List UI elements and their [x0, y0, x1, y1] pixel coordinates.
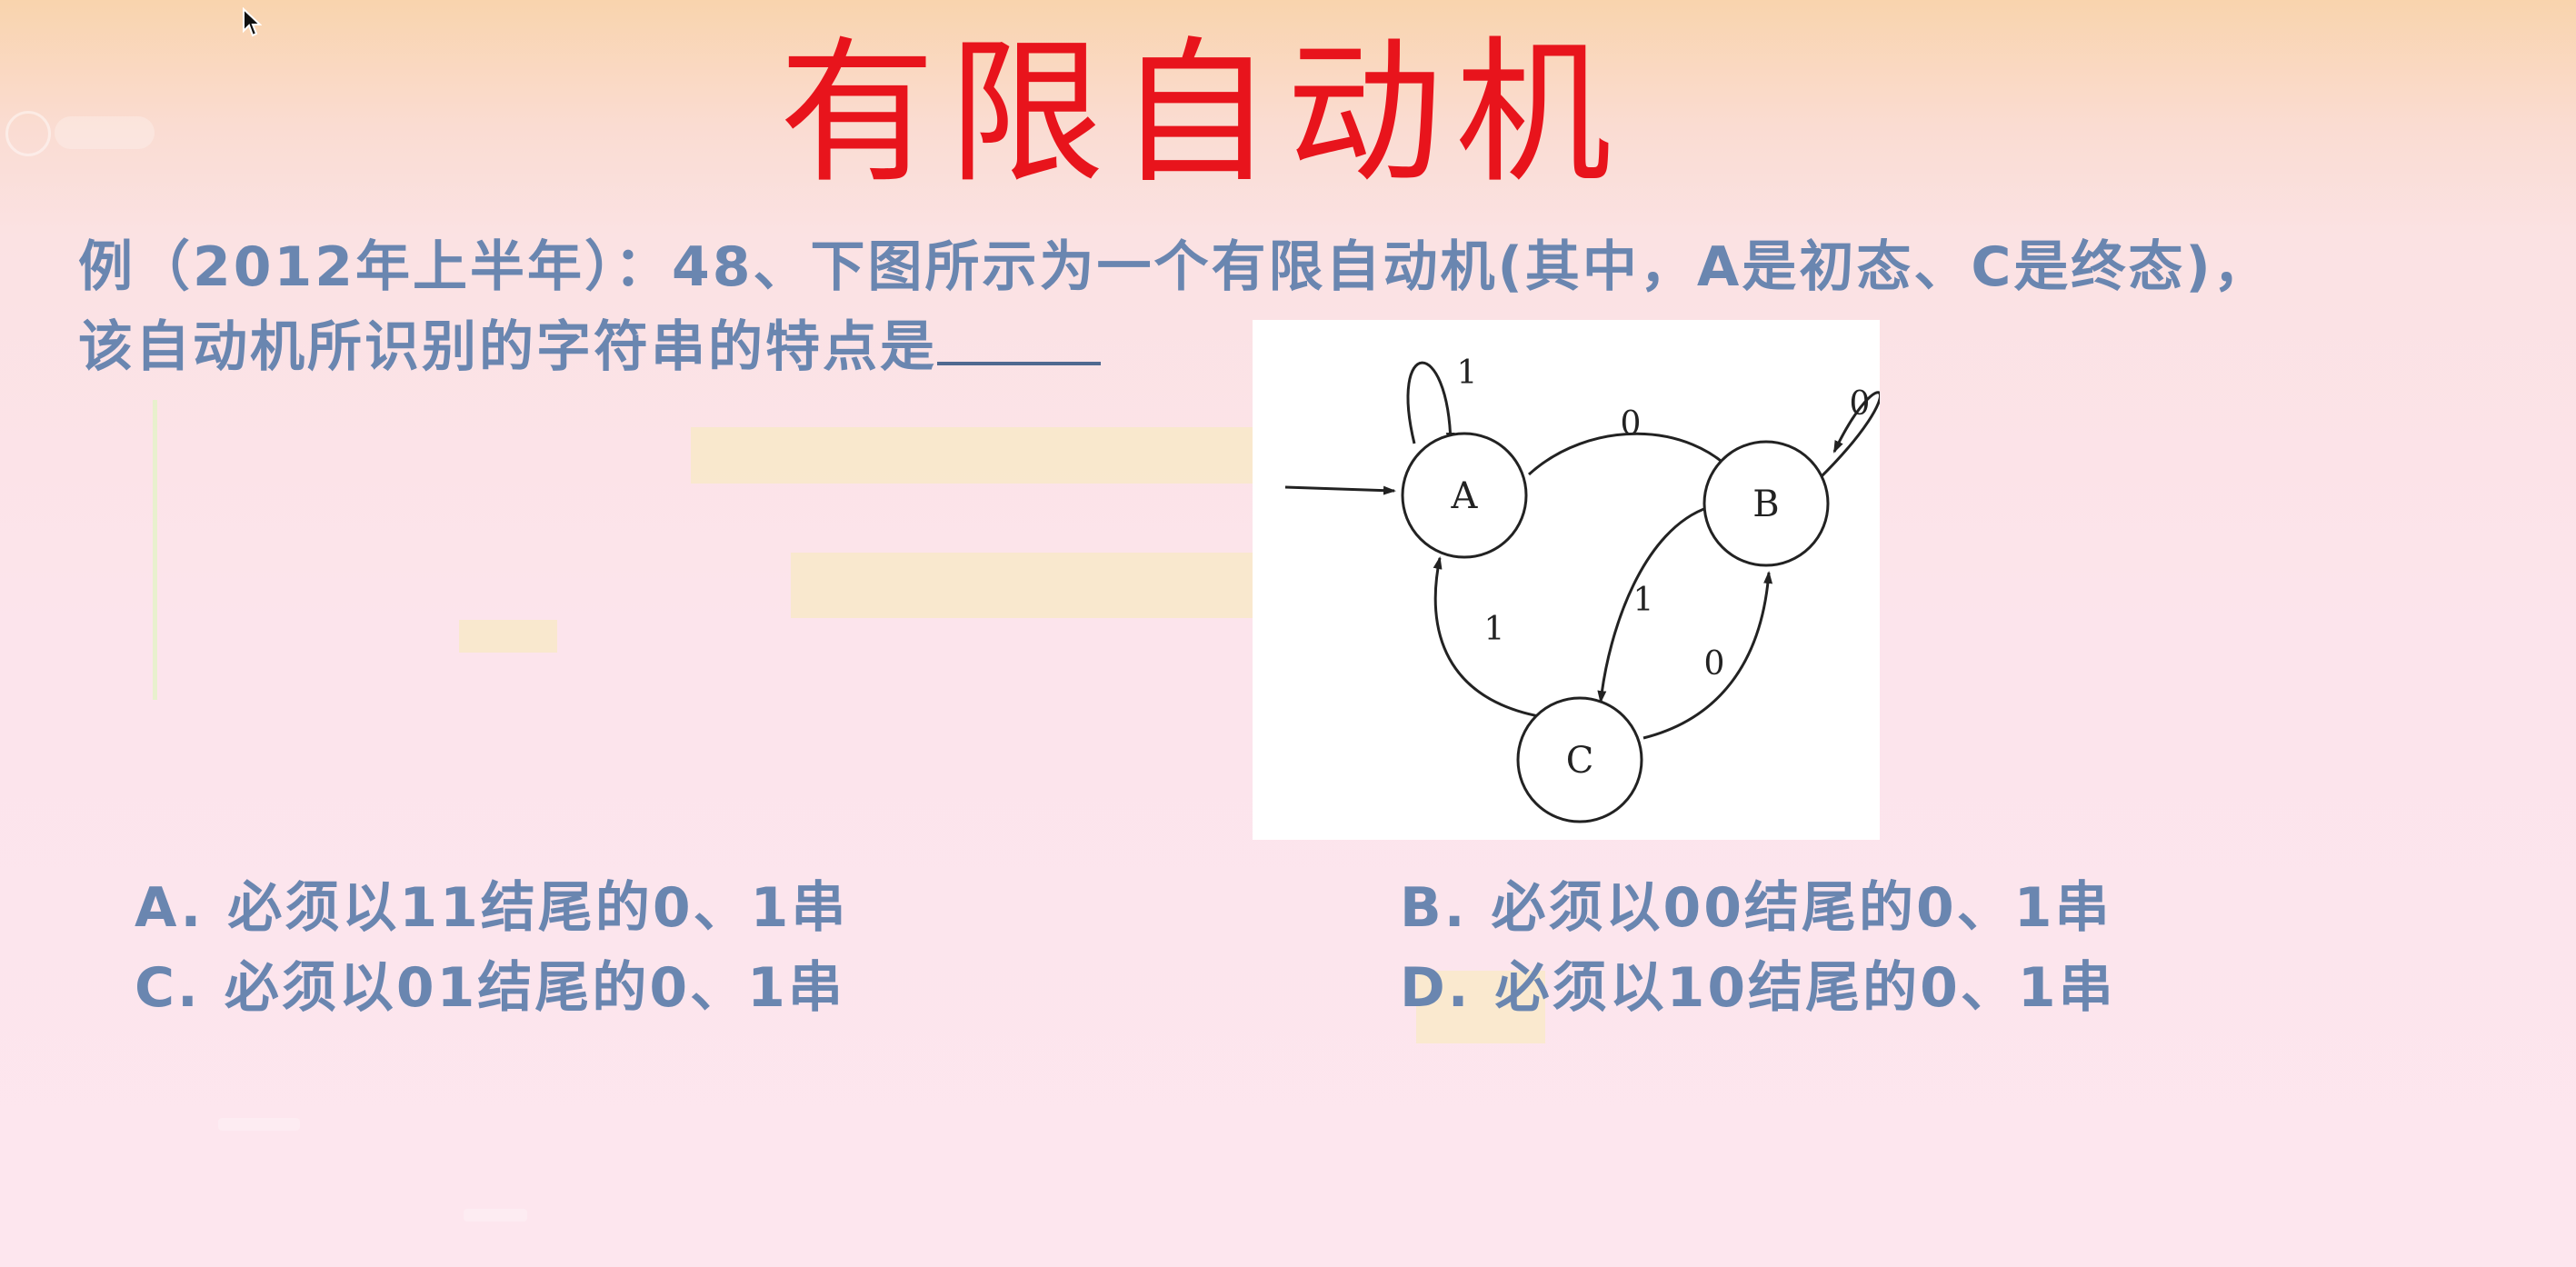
transition-label-c-b: 0	[1704, 645, 1725, 683]
option-c: C. 必须以01结尾的0、1串	[135, 948, 845, 1028]
faint-artifact	[218, 1118, 300, 1131]
transition-b-c	[1597, 505, 1710, 703]
option-b-letter: B.	[1400, 876, 1468, 940]
state-label-c: C	[1566, 740, 1594, 782]
faint-artifact	[464, 1209, 527, 1222]
transition-label-a-b: 0	[1621, 405, 1642, 443]
highlight-smudge	[459, 620, 557, 653]
automaton-svg: A B C 1 0 0 1 1 0	[1284, 354, 1880, 823]
highlight-smudge	[791, 553, 1254, 618]
highlight-smudge	[691, 427, 1254, 484]
state-label-b: B	[1752, 484, 1779, 525]
automaton-diagram: A B C 1 0 0 1 1 0	[1253, 320, 1880, 840]
option-d: D. 必须以10结尾的0、1串	[1400, 948, 2116, 1028]
transition-label-a-a: 1	[1457, 354, 1478, 392]
transition-label-b-c: 1	[1633, 582, 1654, 619]
option-a: A. 必须以11结尾的0、1串	[135, 868, 848, 948]
question-line-1: 例（2012年上半年）：48、下图所示为一个有限自动机(其中，A是初态、C是终态…	[78, 235, 2271, 299]
option-c-text: 必须以01结尾的0、1串	[224, 956, 845, 1020]
option-d-letter: D.	[1400, 956, 1472, 1020]
option-c-letter: C.	[135, 956, 201, 1020]
question-line-2-text: 该自动机所识别的字符串的特点是	[78, 315, 937, 379]
option-a-text: 必须以11结尾的0、1串	[227, 876, 849, 940]
option-b: B. 必须以00结尾的0、1串	[1400, 868, 2112, 948]
transition-a-a	[1406, 361, 1455, 445]
option-b-text: 必须以00结尾的0、1串	[1491, 876, 2112, 940]
option-a-letter: A.	[135, 876, 205, 940]
start-arrow	[1284, 485, 1396, 495]
answer-blank	[937, 309, 1101, 365]
decorative-line	[153, 400, 157, 700]
state-label-a: A	[1451, 475, 1479, 517]
transition-label-c-a: 1	[1484, 611, 1505, 648]
slide-title: 有限自动机	[779, 22, 1624, 205]
transition-label-b-b: 0	[1850, 385, 1871, 423]
option-d-text: 必须以10结尾的0、1串	[1494, 956, 2116, 1020]
